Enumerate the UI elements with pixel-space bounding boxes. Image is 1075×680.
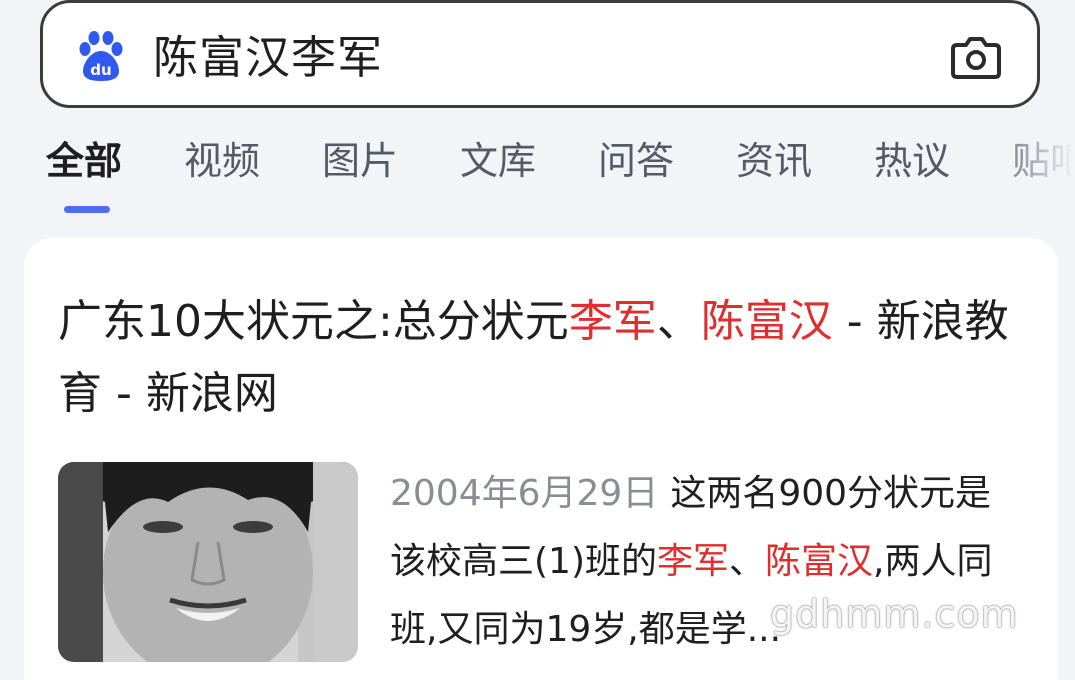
watermark: gdhmm.com (770, 592, 1019, 636)
title-text: 广东10大状元之:总分状元 (58, 296, 569, 347)
publish-date: 2004年6月29日 (390, 473, 659, 514)
baidu-paw-icon: du (79, 31, 123, 81)
search-input[interactable]: 陈富汉李军 (153, 31, 383, 85)
tab-wenku[interactable]: 文库 (460, 138, 536, 184)
snippet-separator: 、 (729, 541, 766, 582)
search-tabs: 全部 视频 图片 文库 问答 资讯 热议 贴吧 (0, 130, 1075, 220)
tab-video[interactable]: 视频 (184, 138, 260, 184)
camera-icon[interactable] (949, 31, 1003, 83)
title-separator: 、 (656, 296, 701, 347)
svg-text:du: du (90, 61, 111, 79)
result-thumbnail[interactable] (58, 462, 358, 662)
snippet-highlight-lijun: 李军 (657, 541, 730, 582)
active-tab-indicator (64, 206, 110, 213)
search-results-page: du 陈富汉李军 全部 视频 图片 文库 问答 资讯 热议 贴吧 广东10大状元… (0, 0, 1075, 680)
title-highlight-lijun: 李军 (568, 296, 657, 347)
portrait-photo (58, 462, 358, 662)
result-title-link[interactable]: 广东10大状元之:总分状元李军、陈富汉 - 新浪教育 - 新浪网 (58, 286, 1018, 430)
title-highlight-chenfuhan: 陈富汉 (700, 296, 833, 347)
snippet-highlight-chenfuhan: 陈富汉 (765, 541, 874, 582)
search-bar[interactable]: du 陈富汉李军 (40, 0, 1040, 108)
tab-tieba[interactable]: 贴吧 (1012, 138, 1075, 184)
tab-discussion[interactable]: 热议 (874, 138, 950, 184)
tab-qa[interactable]: 问答 (598, 138, 674, 184)
tab-all[interactable]: 全部 (46, 138, 122, 184)
tab-news[interactable]: 资讯 (736, 138, 812, 184)
tab-images[interactable]: 图片 (322, 138, 398, 184)
